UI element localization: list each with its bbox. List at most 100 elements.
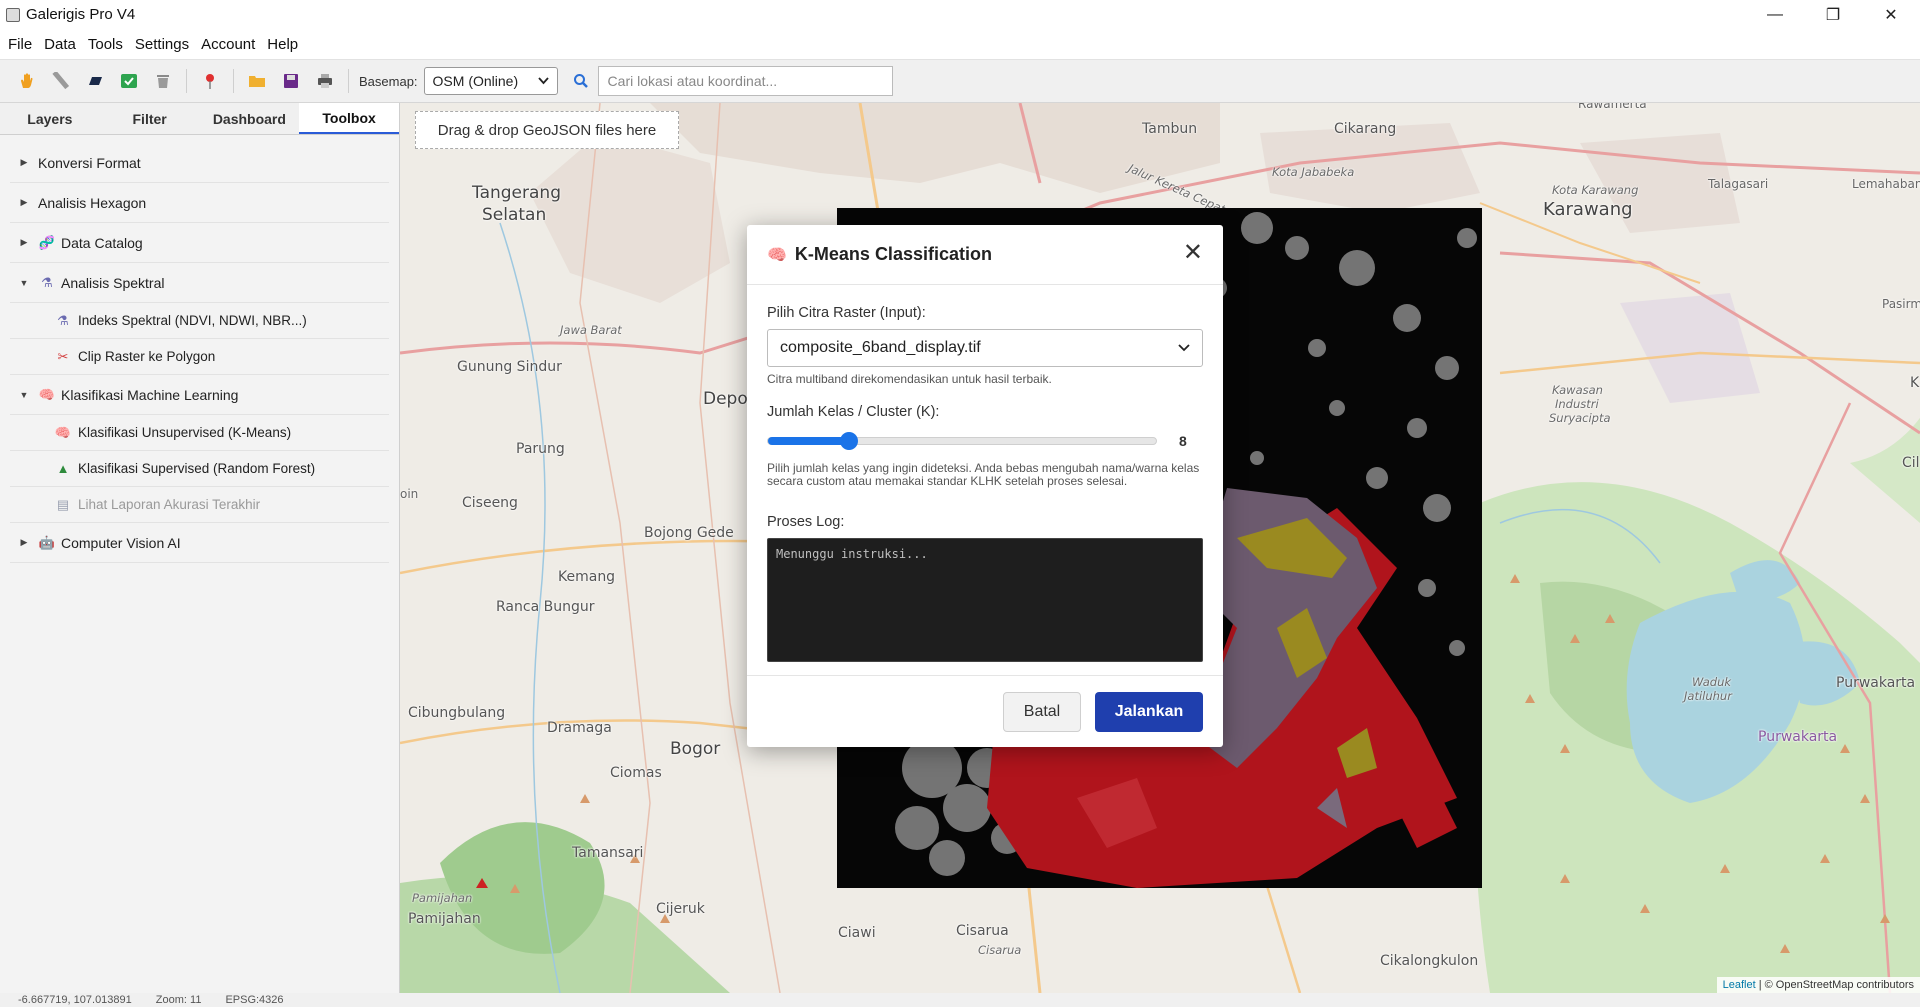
- run-button[interactable]: Jalankan: [1095, 691, 1203, 732]
- trash-icon: [157, 75, 169, 88]
- menu-data[interactable]: Data: [38, 36, 82, 53]
- search-icon: [573, 74, 588, 88]
- map-label: Industri: [1555, 397, 1599, 411]
- cancel-button[interactable]: Batal: [1003, 691, 1081, 732]
- osm-attribution: | © OpenStreetMap contributors: [1758, 979, 1914, 991]
- map-label: oin: [400, 487, 419, 501]
- menu-settings[interactable]: Settings: [129, 36, 195, 53]
- close-window-button[interactable]: ✕: [1862, 0, 1920, 29]
- slider-thumb[interactable]: [840, 432, 859, 450]
- tree-item-konversi-format[interactable]: ▶ Konversi Format: [10, 143, 389, 183]
- delete-tool-button[interactable]: [146, 66, 180, 96]
- tree-item-indeks-spektral[interactable]: ⚗ Indeks Spektral (NDVI, NDWI, NBR...): [10, 303, 389, 339]
- raster-input-select[interactable]: composite_6band_display.tif: [767, 329, 1203, 367]
- dialog-body: Pilih Citra Raster (Input): composite_6b…: [747, 285, 1223, 662]
- toolbar-separator: [186, 69, 187, 93]
- marker-tool-button[interactable]: [193, 66, 227, 96]
- tree-item-clip-raster[interactable]: ✂ Clip Raster ke Polygon: [10, 339, 389, 375]
- map-label: Cibungbulang: [408, 705, 506, 721]
- tree-item-label: Lihat Laporan Akurasi Terakhir: [78, 497, 261, 512]
- open-file-button[interactable]: [240, 66, 274, 96]
- menu-account[interactable]: Account: [195, 36, 261, 53]
- slider-fill: [768, 437, 850, 445]
- cluster-count-hint: Pilih jumlah kelas yang ingin dideteksi.…: [767, 461, 1200, 488]
- scissors-icon: ✂: [57, 348, 69, 364]
- title-bar: Galerigis Pro V4 — ❐ ✕: [0, 0, 1920, 29]
- map-label: Lemahabang: [1852, 177, 1920, 191]
- map-label: Cikarang: [1334, 121, 1397, 137]
- minimize-button[interactable]: —: [1746, 0, 1804, 29]
- menu-help[interactable]: Help: [261, 36, 304, 53]
- cluster-count-value: 8: [1179, 433, 1187, 449]
- menu-bar: File Data Tools Settings Account Help: [0, 29, 1920, 59]
- chevron-down-icon: [537, 77, 549, 85]
- status-crs: EPSG:4326: [225, 994, 284, 1006]
- rectangle-icon: [89, 77, 102, 85]
- dna-icon: 🧬: [38, 234, 56, 250]
- toolbox-tree: ▶ Konversi Format ▶ Analisis Hexagon ▶ 🧬…: [0, 135, 399, 563]
- tree-item-label: Klasifikasi Unsupervised (K-Means): [78, 425, 292, 440]
- tree-item-analisis-hexagon[interactable]: ▶ Analisis Hexagon: [10, 183, 389, 223]
- map-label: Karawang: [1543, 199, 1633, 220]
- brain-icon: 🧠: [54, 424, 72, 440]
- geojson-dropzone[interactable]: Drag & drop GeoJSON files here: [415, 111, 679, 149]
- save-file-button[interactable]: [274, 66, 308, 96]
- map-label: Kemang: [558, 569, 616, 585]
- measure-tool-button[interactable]: [44, 66, 78, 96]
- map-label: Selatan: [482, 205, 547, 225]
- tree-item-klasifikasi-ml[interactable]: ▼ 🧠 Klasifikasi Machine Learning: [10, 375, 389, 415]
- tab-dashboard[interactable]: Dashboard: [200, 103, 300, 134]
- map-label: Purwakarta: [1758, 729, 1838, 745]
- raster-input-label: Pilih Citra Raster (Input):: [767, 305, 926, 321]
- status-bar: -6.667719, 107.013891 Zoom: 11 EPSG:4326: [0, 993, 1920, 1007]
- tree-item-analisis-spektral[interactable]: ▼ ⚗ Analisis Spektral: [10, 263, 389, 303]
- tree-item-kmeans[interactable]: 🧠 Klasifikasi Unsupervised (K-Means): [10, 415, 389, 451]
- close-icon[interactable]: ✕: [1183, 241, 1203, 265]
- tree-item-random-forest[interactable]: ▲ Klasifikasi Supervised (Random Forest): [10, 451, 389, 487]
- pan-tool-button[interactable]: [10, 66, 44, 96]
- draw-tool-button[interactable]: [78, 66, 112, 96]
- status-zoom: Zoom: 11: [155, 994, 202, 1006]
- tree-item-label: Klasifikasi Machine Learning: [61, 386, 239, 403]
- map-label: Kawasan: [1552, 383, 1603, 397]
- map-label: Purwakarta: [1836, 675, 1916, 691]
- basemap-label: Basemap:: [359, 73, 418, 89]
- cluster-count-slider[interactable]: [767, 432, 1157, 450]
- map-label: Bojong Gede: [644, 525, 734, 541]
- hand-icon: [21, 73, 33, 88]
- tab-toolbox[interactable]: Toolbox: [299, 103, 399, 134]
- tab-layers[interactable]: Layers: [0, 103, 100, 134]
- status-coordinates: -6.667719, 107.013891: [18, 994, 132, 1006]
- dialog-header: 🧠 K-Means Classification ✕: [747, 225, 1223, 285]
- location-search-input[interactable]: [597, 66, 893, 96]
- tree-item-data-catalog[interactable]: ▶ 🧬 Data Catalog: [10, 223, 389, 263]
- menu-file[interactable]: File: [2, 36, 38, 53]
- map-label: Kota Karawang: [1552, 183, 1639, 197]
- map-label: Cisarua: [978, 943, 1022, 957]
- basemap-select[interactable]: OSM (Online): [423, 67, 558, 95]
- print-button[interactable]: [308, 66, 342, 96]
- search-button[interactable]: [564, 66, 598, 96]
- tree-item-computer-vision[interactable]: ▶ 🤖 Computer Vision AI: [10, 523, 389, 563]
- menu-tools[interactable]: Tools: [82, 36, 129, 53]
- microscope-icon: ⚗: [57, 312, 69, 328]
- tree-item-label: Indeks Spektral (NDVI, NDWI, NBR...): [78, 313, 307, 328]
- maximize-button[interactable]: ❐: [1804, 0, 1862, 29]
- map-label: Gunung Sindur: [457, 359, 562, 375]
- folder-icon: [249, 76, 265, 87]
- tab-filter[interactable]: Filter: [100, 103, 200, 134]
- map-label: Depo: [703, 389, 748, 409]
- process-log-output: Menunggu instruksi...: [767, 538, 1203, 662]
- map-label: Tambun: [1142, 121, 1198, 137]
- kmeans-dialog: 🧠 K-Means Classification ✕ Pilih Citra R…: [747, 225, 1223, 747]
- map-label: Waduk: [1692, 675, 1732, 689]
- select-tool-button[interactable]: [112, 66, 146, 96]
- leaflet-link[interactable]: Leaflet: [1723, 979, 1756, 991]
- app-icon: [6, 7, 20, 22]
- window-controls: — ❐ ✕: [1746, 0, 1920, 29]
- expand-arrow-icon: ▶: [20, 237, 28, 247]
- tree-item-label: Klasifikasi Supervised (Random Forest): [78, 461, 316, 476]
- map-label: Tangerang: [472, 183, 561, 203]
- tree-item-label: Analisis Spektral: [61, 274, 165, 291]
- dialog-footer: Batal Jalankan: [747, 675, 1223, 747]
